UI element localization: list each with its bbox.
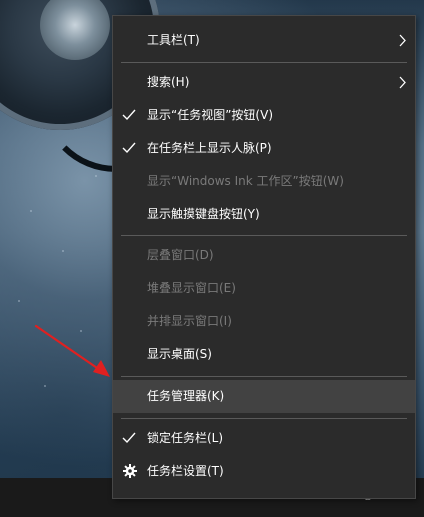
menu-item-show-desktop[interactable]: 显示桌面(S) bbox=[113, 338, 415, 371]
menu-item-label: 显示“Windows Ink 工作区”按钮(W) bbox=[147, 174, 344, 188]
menu-item-label: 在任务栏上显示人脉(P) bbox=[147, 141, 272, 155]
menu-item-label: 堆叠显示窗口(E) bbox=[147, 281, 236, 295]
menu-item-task-manager[interactable]: 任务管理器(K) bbox=[113, 380, 415, 413]
menu-item-label: 工具栏(T) bbox=[147, 33, 200, 47]
menu-item-label: 层叠窗口(D) bbox=[147, 248, 214, 262]
menu-item-search[interactable]: 搜索(H) bbox=[113, 66, 415, 99]
menu-item-toolbars[interactable]: 工具栏(T) bbox=[113, 24, 415, 57]
checkmark-icon bbox=[122, 432, 136, 444]
menu-item-label: 并排显示窗口(I) bbox=[147, 314, 232, 328]
desktop: ⚇ ⌃ 工具栏(T) 搜索(H) 显示“任务视图”按钮(V) bbox=[0, 0, 424, 517]
wallpaper-speck bbox=[30, 210, 32, 212]
checkmark-icon bbox=[122, 109, 136, 121]
gear-icon bbox=[123, 464, 137, 478]
chevron-right-icon bbox=[399, 34, 406, 47]
menu-separator bbox=[121, 62, 407, 63]
wallpaper-speck bbox=[44, 385, 46, 387]
wallpaper-speck bbox=[18, 300, 20, 302]
taskbar-context-menu: 工具栏(T) 搜索(H) 显示“任务视图”按钮(V) 在任务栏上显示人脉(P) bbox=[112, 15, 416, 499]
checkmark-icon bbox=[122, 142, 136, 154]
menu-item-stack-windows: 堆叠显示窗口(E) bbox=[113, 272, 415, 305]
menu-item-cascade-windows: 层叠窗口(D) bbox=[113, 239, 415, 272]
menu-item-show-people[interactable]: 在任务栏上显示人脉(P) bbox=[113, 132, 415, 165]
menu-item-side-by-side-windows: 并排显示窗口(I) bbox=[113, 305, 415, 338]
menu-item-label: 任务栏设置(T) bbox=[147, 464, 224, 478]
wallpaper-speck bbox=[62, 250, 64, 252]
wallpaper-speck bbox=[80, 330, 82, 332]
wallpaper-speck bbox=[95, 175, 97, 177]
menu-item-show-windows-ink-button: 显示“Windows Ink 工作区”按钮(W) bbox=[113, 165, 415, 198]
menu-separator bbox=[121, 418, 407, 419]
menu-item-show-touch-keyboard-button[interactable]: 显示触摸键盘按钮(Y) bbox=[113, 198, 415, 231]
menu-separator bbox=[121, 376, 407, 377]
menu-item-taskbar-settings[interactable]: 任务栏设置(T) bbox=[113, 455, 415, 488]
menu-item-label: 任务管理器(K) bbox=[147, 389, 225, 403]
menu-item-label: 锁定任务栏(L) bbox=[147, 431, 224, 445]
menu-item-label: 搜索(H) bbox=[147, 75, 190, 89]
menu-item-show-task-view-button[interactable]: 显示“任务视图”按钮(V) bbox=[113, 99, 415, 132]
menu-item-label: 显示桌面(S) bbox=[147, 347, 212, 361]
menu-item-lock-taskbar[interactable]: 锁定任务栏(L) bbox=[113, 422, 415, 455]
menu-item-label: 显示触摸键盘按钮(Y) bbox=[147, 207, 260, 221]
chevron-right-icon bbox=[399, 76, 406, 89]
menu-separator bbox=[121, 235, 407, 236]
menu-item-label: 显示“任务视图”按钮(V) bbox=[147, 108, 274, 122]
